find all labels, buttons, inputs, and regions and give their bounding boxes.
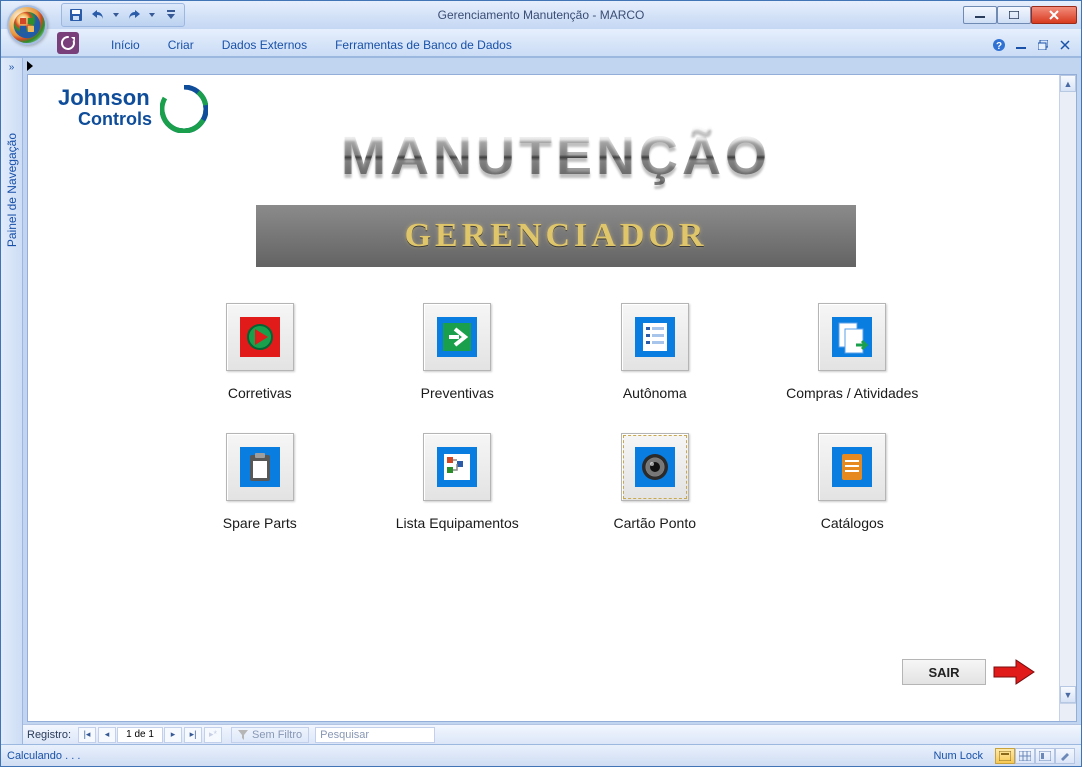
nav-first-button[interactable]: |◂ [78,727,96,743]
view-layout-icon[interactable] [1035,748,1055,764]
company-logo: Johnson Controls [58,87,152,130]
mdi-restore-icon[interactable] [1035,37,1051,53]
tile-corretivas-label: Corretivas [228,385,292,401]
navpane-expand-icon[interactable]: » [9,62,15,73]
scroll-down-icon[interactable]: ▼ [1060,686,1076,703]
logo-swirl-icon [160,85,208,133]
view-switcher [995,748,1075,764]
tile-spareparts-label: Spare Parts [223,515,297,531]
view-form-icon[interactable] [995,748,1015,764]
tile-compras-button[interactable] [818,303,886,371]
ribbon-tab-inicio[interactable]: Início [109,34,142,56]
undo-icon[interactable] [90,7,106,23]
tile-catalogos-label: Catálogos [821,515,884,531]
page-subtitle-bar: GERENCIADOR [256,205,856,267]
recordnav-label: Registro: [27,729,71,741]
tile-cartaoponto-button[interactable] [621,433,689,501]
navpane-label[interactable]: Painel de Navegação [5,133,19,247]
filter-indicator[interactable]: Sem Filtro [231,727,309,743]
form-tab-strip [23,58,1081,74]
statusbar-numlock: Num Lock [933,750,983,762]
navigation-pane-collapsed[interactable]: » Painel de Navegação [1,58,23,744]
record-search-input[interactable]: Pesquisar [315,727,435,743]
tile-spareparts-button[interactable] [226,433,294,501]
maximize-button[interactable] [997,6,1031,24]
tile-cartaoponto-label: Cartão Ponto [614,515,697,531]
nav-last-button[interactable]: ▸| [184,727,202,743]
mdi-close-icon[interactable] [1057,37,1073,53]
exit-arrow-icon [992,657,1036,687]
record-position-input[interactable] [117,727,163,743]
logo-line1: Johnson [58,87,152,109]
tile-equipamentos-label: Lista Equipamentos [396,515,519,531]
app-refresh-icon[interactable] [57,32,79,54]
page-subtitle: GERENCIADOR [405,217,708,255]
nav-new-button[interactable]: ▸* [204,727,222,743]
exit-button[interactable]: SAIR [902,659,986,685]
statusbar-message: Calculando . . . [7,750,80,762]
tile-catalogos-button[interactable] [818,433,886,501]
main-form: Johnson Controls [27,74,1077,722]
tile-compras-label: Compras / Atividades [786,385,918,401]
office-button[interactable] [7,5,47,45]
nav-prev-button[interactable]: ◂ [98,727,116,743]
quick-access-toolbar [61,3,185,27]
tile-preventivas-button[interactable] [423,303,491,371]
tile-corretivas-button[interactable] [226,303,294,371]
filter-icon [238,730,248,740]
record-navigator: Registro: |◂ ◂ ▸ ▸| ▸* Sem Filtro Pesqui… [23,724,1081,744]
scroll-up-icon[interactable]: ▲ [1060,75,1076,92]
tile-equipamentos-button[interactable] [423,433,491,501]
tile-autonoma-label: Autônoma [623,385,687,401]
help-icon[interactable]: ? [991,37,1007,53]
close-button[interactable] [1031,6,1077,24]
dropdown-redo-icon[interactable] [148,7,156,23]
tile-preventivas-label: Preventivas [421,385,494,401]
view-design-icon[interactable] [1055,748,1075,764]
dropdown-undo-icon[interactable] [112,7,120,23]
minimize-button[interactable] [963,6,997,24]
vertical-scrollbar[interactable]: ▲ ▼ [1059,75,1076,703]
view-datasheet-icon[interactable] [1015,748,1035,764]
save-icon[interactable] [68,7,84,23]
tile-autonoma-button[interactable] [621,303,689,371]
ribbon-tab-dados[interactable]: Dados Externos [220,34,309,56]
redo-icon[interactable] [126,7,142,23]
logo-line2: Controls [78,109,152,130]
page-title: MANUTENÇÃO [56,125,1056,187]
record-selector-icon[interactable] [27,61,33,71]
ribbon-tab-criar[interactable]: Criar [166,34,196,56]
scrollbar-corner [1059,703,1076,721]
nav-next-button[interactable]: ▸ [164,727,182,743]
qat-customize-icon[interactable] [166,7,176,23]
ribbon-tab-ferramentas[interactable]: Ferramentas de Banco de Dados [333,34,514,56]
mdi-minimize-icon[interactable] [1013,37,1029,53]
svg-text:?: ? [996,41,1002,52]
